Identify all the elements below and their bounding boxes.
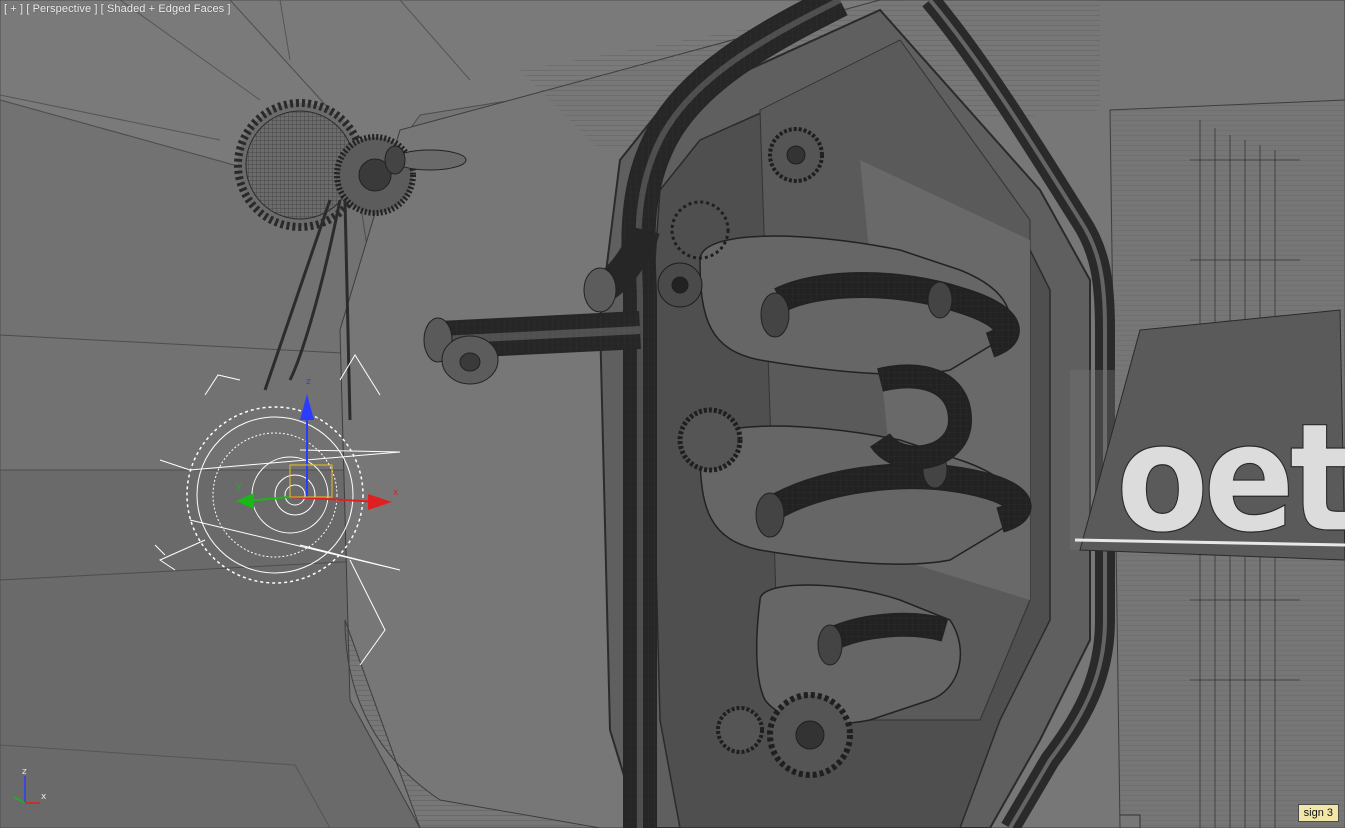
viewport-shading-menu[interactable]: [ Shaded + Edged Faces ] — [101, 3, 231, 15]
selection-name-badge: sign 3 — [1297, 804, 1339, 822]
scene-render[interactable]: oetbe x y z — [0, 0, 1345, 828]
gizmo-x-label: x — [393, 488, 399, 498]
gizmo-y-label: y — [236, 481, 242, 491]
viewport-label: [ + ] [ Perspective ] [ Shaded + Edged F… — [4, 3, 231, 15]
world-axis-x-label: x — [41, 792, 47, 802]
sign-letters: oetbe — [1116, 391, 1345, 565]
viewport-pov-menu[interactable]: [ Perspective ] — [26, 3, 97, 15]
world-axis-z-label: z — [22, 767, 27, 777]
viewport-general-menu[interactable]: [ + ] — [4, 3, 23, 15]
3d-viewport[interactable]: oetbe x y z — [0, 0, 1345, 828]
gizmo-z-label: z — [306, 377, 311, 387]
